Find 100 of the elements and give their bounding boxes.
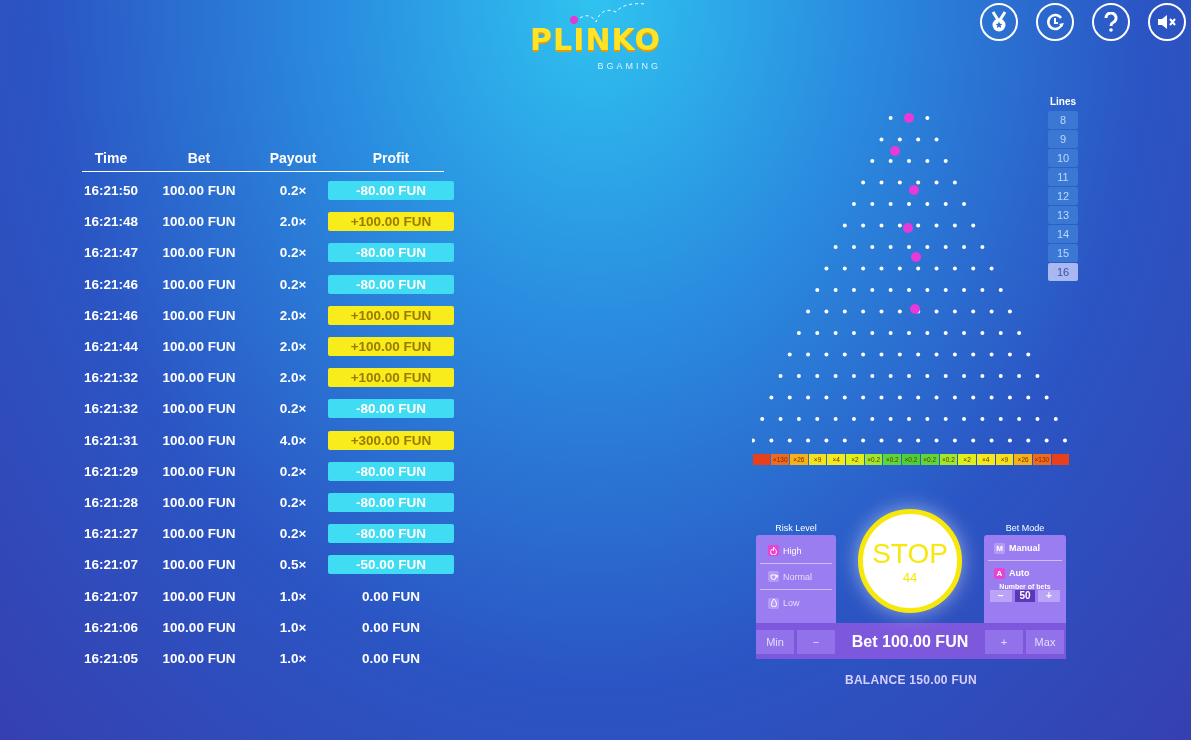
profit-badge: +100.00 FUN <box>328 368 454 388</box>
help-button[interactable] <box>1092 3 1130 41</box>
max-button[interactable]: Max <box>1026 630 1064 654</box>
time-cell-text: 16:21:44 <box>82 339 139 355</box>
time-cell-text: 16:21:06 <box>82 619 139 635</box>
risk-option[interactable]: High <box>760 538 832 564</box>
medal-button[interactable] <box>980 3 1018 41</box>
time-cell-text: 16:21:28 <box>82 494 139 510</box>
decrease-button[interactable]: − <box>797 630 835 654</box>
bet-cell-text: 100.00 FUN <box>161 339 237 355</box>
profit-badge: -80.00 FUN <box>328 243 454 263</box>
payout-cell-text: 0.2× <box>278 245 308 261</box>
profit-badge: -50.00 FUN <box>328 555 454 575</box>
time-cell-text: 16:21:50 <box>82 183 139 199</box>
time-cell-text: 16:21:07 <box>82 557 139 573</box>
bet-cell-text: 100.00 FUN <box>161 370 237 386</box>
payout-cell-text: 2.0× <box>278 214 308 230</box>
decrease-button[interactable]: − <box>990 590 1012 602</box>
lines-option[interactable]: 8 <box>1048 111 1078 129</box>
lines-label: Lines <box>1049 96 1077 107</box>
increase-button[interactable]: + <box>985 630 1023 654</box>
bet-cell-text: 100.00 FUN <box>161 183 237 199</box>
risk-level-title: Risk Level <box>774 523 818 533</box>
increase-button[interactable]: + <box>1038 590 1060 602</box>
bet-amount: Bet 100.00 FUN <box>850 633 970 651</box>
time-cell-text: 16:21:48 <box>82 214 139 230</box>
balance-text: BALANCE 150.00 FUN <box>844 673 978 687</box>
profit-badge: +100.00 FUN <box>328 212 454 232</box>
time-cell-text: 16:21:46 <box>82 307 139 323</box>
profit-cell-text: 0.00 FUN <box>361 587 421 606</box>
payout-cell-text: 0.2× <box>278 276 308 292</box>
profit-badge: +100.00 FUN <box>328 337 454 357</box>
payout-cell-text: 1.0× <box>278 619 308 635</box>
bet-cell-text: 100.00 FUN <box>161 432 237 448</box>
payout-cell-text: 2.0× <box>278 307 308 323</box>
lines-option[interactable]: 16 <box>1048 263 1078 281</box>
time-cell-text: 16:21:27 <box>82 526 139 542</box>
profit-badge: +100.00 FUN <box>328 305 454 325</box>
time-cell-text: 16:21:32 <box>82 370 139 386</box>
lines-option[interactable]: 13 <box>1048 206 1078 224</box>
history-button[interactable] <box>1036 3 1074 41</box>
column-header: Bet <box>186 150 212 166</box>
bet-cell-text: 100.00 FUN <box>161 526 237 542</box>
bet-cell-text: 100.00 FUN <box>161 557 237 573</box>
mode-key-icon: M <box>994 542 1005 554</box>
profit-cell-text: 0.00 FUN <box>361 649 421 668</box>
payout-cell-text: 2.0× <box>278 339 308 355</box>
column-header: Profit <box>371 150 411 166</box>
mode-key-icon: A <box>994 567 1005 579</box>
payout-cell-text: 0.2× <box>278 526 308 542</box>
profit-badge: -80.00 FUN <box>328 399 454 419</box>
history-icon <box>1045 12 1065 32</box>
stop-count: 44 <box>902 569 918 585</box>
profit-badge: -80.00 FUN <box>328 181 454 201</box>
mute-icon <box>1157 14 1177 30</box>
time-cell-text: 16:21:07 <box>82 588 139 604</box>
time-cell-text: 16:21:31 <box>82 432 139 448</box>
bet-mode-option[interactable]: M Manual <box>988 538 1062 558</box>
bet-cell-text: 100.00 FUN <box>161 245 237 261</box>
lines-option[interactable]: 15 <box>1048 244 1078 262</box>
time-cell-text: 16:21:29 <box>82 463 139 479</box>
time-cell-text: 16:21:32 <box>82 401 139 417</box>
logo-title: PLINKO <box>530 22 661 57</box>
bet-mode-title: Bet Mode <box>1004 523 1046 533</box>
lines-option[interactable]: 10 <box>1048 149 1078 167</box>
risk-option[interactable]: Normal <box>760 564 832 590</box>
payout-cell-text: 0.5× <box>278 557 308 573</box>
time-cell-text: 16:21:46 <box>82 276 139 292</box>
lines-option[interactable]: 11 <box>1048 168 1078 186</box>
profit-badge: -80.00 FUN <box>328 492 454 512</box>
mute-button[interactable] <box>1148 3 1186 41</box>
lines-option[interactable]: 9 <box>1048 130 1078 148</box>
brand-name: BGAMING <box>597 61 661 71</box>
payout-cell-text: 0.2× <box>278 494 308 510</box>
lines-option[interactable]: 12 <box>1048 187 1078 205</box>
profit-badge: -80.00 FUN <box>328 274 454 294</box>
payout-cell-text: 1.0× <box>278 650 308 666</box>
payout-cell-text: 1.0× <box>278 588 308 604</box>
profit-badge: +300.00 FUN <box>328 430 454 450</box>
profit-cell-text: 0.00 FUN <box>361 618 421 637</box>
medal-icon <box>989 11 1009 33</box>
bet-cell-text: 100.00 FUN <box>161 307 237 323</box>
time-cell-text: 16:21:05 <box>82 650 139 666</box>
risk-option[interactable]: Low <box>760 590 832 616</box>
bet-cell-text: 100.00 FUN <box>161 463 237 479</box>
help-icon <box>1104 12 1118 32</box>
payout-cell-text: 4.0× <box>278 432 308 448</box>
bet-cell-text: 100.00 FUN <box>161 588 237 604</box>
bet-cell-text: 100.00 FUN <box>161 401 237 417</box>
stop-label: STOP <box>872 537 948 570</box>
min-button[interactable]: Min <box>756 630 794 654</box>
lines-option[interactable]: 14 <box>1048 225 1078 243</box>
payout-cell-text: 0.2× <box>278 183 308 199</box>
bet-cell-text: 100.00 FUN <box>161 214 237 230</box>
payout-cell-text: 2.0× <box>278 370 308 386</box>
payout-cell-text: 0.2× <box>278 401 308 417</box>
bets-field[interactable]: 50 <box>1015 590 1035 602</box>
bet-cell-text: 100.00 FUN <box>161 619 237 635</box>
bet-cell-text: 100.00 FUN <box>161 276 237 292</box>
bet-mode-option[interactable]: A Auto <box>988 563 1062 583</box>
